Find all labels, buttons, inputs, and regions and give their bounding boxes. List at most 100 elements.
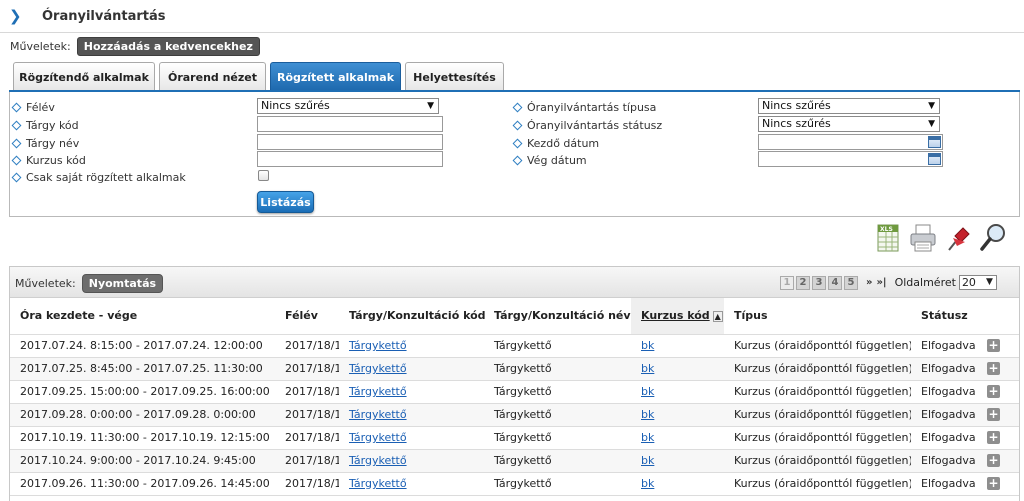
tab-rogzitett-alkalmak[interactable]: Rögzített alkalmak bbox=[270, 62, 401, 91]
cell-targy-nev: Tárgykettő bbox=[484, 449, 631, 473]
magnifier-icon[interactable] bbox=[978, 222, 1008, 254]
calendar-icon[interactable] bbox=[928, 136, 941, 148]
sort-ascending-icon: ▲ bbox=[712, 310, 723, 322]
cell-tipus: Kurzus (óraidőponttól független) bbox=[724, 403, 911, 427]
diamond-bullet-icon bbox=[11, 155, 22, 165]
cell-statusz: Elfogadva bbox=[911, 357, 977, 381]
targy-kod-input[interactable] bbox=[257, 116, 443, 132]
tipus-select[interactable]: Nincs szűrés ▼ bbox=[758, 98, 940, 114]
kurzus-kod-input[interactable] bbox=[257, 151, 443, 167]
kurzus-kod-link[interactable]: bk bbox=[641, 477, 654, 490]
cell-actions: + bbox=[977, 334, 1019, 358]
cell-kurzus-kod: bk bbox=[631, 449, 724, 473]
print-button[interactable]: Nyomtatás bbox=[81, 274, 164, 293]
column-header-kurzus-kod[interactable]: Kurzus kód ▲ bbox=[631, 298, 724, 335]
next-page-icon[interactable]: » bbox=[866, 277, 872, 288]
expand-plus-icon[interactable]: + bbox=[987, 477, 1000, 490]
cell-targy-kod: Tárgykettő bbox=[339, 380, 484, 404]
column-header-tipus[interactable]: Típus bbox=[724, 298, 911, 335]
page-1-button[interactable]: 1 bbox=[780, 275, 794, 290]
expand-plus-icon[interactable]: + bbox=[987, 454, 1000, 467]
expand-plus-icon[interactable]: + bbox=[987, 385, 1000, 398]
list-button[interactable]: Listázás bbox=[257, 191, 314, 213]
targy-kod-link[interactable]: Tárgykettő bbox=[349, 454, 407, 467]
expand-plus-icon[interactable]: + bbox=[987, 362, 1000, 375]
column-header-targy-kod[interactable]: Tárgy/Konzultáció kód bbox=[339, 298, 486, 335]
cell-tipus: Kurzus (óraidőponttól független) bbox=[724, 426, 911, 450]
cell-kurzus-kod: bk bbox=[631, 334, 724, 358]
grid-toolbar: Műveletek: Nyomtatás 1 2 3 4 5 » »| Olda… bbox=[10, 267, 1019, 298]
cell-statusz: Elfogadva bbox=[911, 449, 977, 473]
cell-actions: + bbox=[977, 403, 1019, 427]
tab-orarend-nezet[interactable]: Órarend nézet bbox=[159, 62, 266, 91]
pin-icon[interactable] bbox=[943, 222, 973, 254]
cell-kurzus-kod: bk bbox=[631, 380, 724, 404]
kurzus-kod-link[interactable]: bk bbox=[641, 431, 654, 444]
chevron-right-icon[interactable]: ❯ bbox=[9, 8, 25, 24]
cell-felev: 2017/18/1 bbox=[275, 449, 339, 473]
cell-targy-nev: Tárgykettő bbox=[484, 380, 631, 404]
expand-plus-icon[interactable]: + bbox=[987, 339, 1000, 352]
last-page-icon[interactable]: »| bbox=[876, 277, 886, 288]
filter-targy-kod-label: Tárgy kód bbox=[11, 117, 79, 133]
kurzus-kod-link[interactable]: bk bbox=[641, 339, 654, 352]
tab-helyettesites[interactable]: Helyettesítés bbox=[405, 62, 504, 91]
table-row: 2017.07.24. 8:15:00 - 2017.07.24. 12:00:… bbox=[10, 334, 1019, 358]
column-header-targy-nev[interactable]: Tárgy/Konzultáció név bbox=[484, 298, 631, 335]
cell-ora: 2017.09.25. 15:00:00 - 2017.09.25. 16:00… bbox=[10, 380, 275, 404]
kurzus-kod-link[interactable]: bk bbox=[641, 454, 654, 467]
targy-kod-link[interactable]: Tárgykettő bbox=[349, 477, 407, 490]
xls-export-icon[interactable]: XLS bbox=[874, 222, 904, 254]
cell-ora: 2017.10.19. 11:30:00 - 2017.10.19. 12:15… bbox=[10, 426, 275, 450]
cell-targy-nev: Tárgykettő bbox=[484, 403, 631, 427]
statusz-select[interactable]: Nincs szűrés ▼ bbox=[758, 116, 940, 132]
expand-plus-icon[interactable]: + bbox=[987, 408, 1000, 421]
kezdo-datum-input[interactable] bbox=[758, 134, 943, 150]
add-to-favorites-button[interactable]: Hozzáadás a kedvencekhez bbox=[76, 36, 260, 56]
kurzus-kod-link[interactable]: bk bbox=[641, 408, 654, 421]
targy-kod-link[interactable]: Tárgykettő bbox=[349, 431, 407, 444]
diamond-bullet-icon bbox=[11, 102, 22, 112]
cell-ora: 2017.09.28. 0:00:00 - 2017.09.28. 0:00:0… bbox=[10, 403, 275, 427]
cell-felev: 2017/18/1 bbox=[275, 334, 339, 358]
targy-kod-link[interactable]: Tárgykettő bbox=[349, 339, 407, 352]
column-header-ora[interactable]: Óra kezdete - vége bbox=[10, 298, 275, 335]
filter-kurzus-kod-label: Kurzus kód bbox=[11, 152, 86, 168]
diamond-bullet-icon bbox=[512, 138, 523, 148]
filter-statusz-label: Óranyilvántartás státusz bbox=[512, 117, 662, 133]
targy-kod-link[interactable]: Tárgykettő bbox=[349, 362, 407, 375]
targy-kod-link[interactable]: Tárgykettő bbox=[349, 408, 407, 421]
csak-sajat-checkbox[interactable] bbox=[258, 170, 269, 181]
title-bar: ❯ Óranyilvántartás bbox=[0, 0, 1024, 33]
expand-plus-icon[interactable]: + bbox=[987, 431, 1000, 444]
cell-targy-kod: Tárgykettő bbox=[339, 472, 484, 496]
column-header-statusz[interactable]: Státusz bbox=[911, 298, 977, 335]
cell-kurzus-kod: bk bbox=[631, 426, 724, 450]
calendar-icon[interactable] bbox=[928, 153, 941, 165]
tab-rogzitendo-alkalmak[interactable]: Rögzítendő alkalmak bbox=[13, 62, 155, 91]
cell-tipus: Kurzus (óraidőponttól független) bbox=[724, 334, 911, 358]
page-size-select[interactable]: 20 ▼ bbox=[958, 275, 997, 290]
page-5-button[interactable]: 5 bbox=[844, 275, 858, 290]
targy-kod-link[interactable]: Tárgykettő bbox=[349, 385, 407, 398]
felev-select[interactable]: Nincs szűrés ▼ bbox=[257, 98, 439, 114]
operations-label: Műveletek: bbox=[10, 39, 71, 53]
kurzus-kod-link[interactable]: bk bbox=[641, 385, 654, 398]
kurzus-kod-link[interactable]: bk bbox=[641, 362, 654, 375]
veg-datum-input[interactable] bbox=[758, 151, 943, 167]
cell-tipus: Kurzus (óraidőponttól független) bbox=[724, 449, 911, 473]
column-header-felev[interactable]: Félév bbox=[275, 298, 339, 335]
cell-kurzus-kod: bk bbox=[631, 403, 724, 427]
diamond-bullet-icon bbox=[512, 120, 523, 130]
diamond-bullet-icon bbox=[11, 120, 22, 130]
dropdown-arrow-icon: ▼ bbox=[986, 277, 993, 287]
page-2-button[interactable]: 2 bbox=[796, 275, 810, 290]
print-icon[interactable] bbox=[908, 222, 938, 254]
cell-felev: 2017/18/1 bbox=[275, 380, 339, 404]
targy-nev-input[interactable] bbox=[257, 134, 443, 150]
table-row: 2017.07.25. 8:45:00 - 2017.07.25. 11:30:… bbox=[10, 357, 1019, 381]
filter-tipus-label: Óranyilvántartás típusa bbox=[512, 99, 656, 115]
page-4-button[interactable]: 4 bbox=[828, 275, 842, 290]
results-table: Óra kezdete - vége Félév Tárgy/Konzultác… bbox=[10, 298, 1019, 496]
page-3-button[interactable]: 3 bbox=[812, 275, 826, 290]
